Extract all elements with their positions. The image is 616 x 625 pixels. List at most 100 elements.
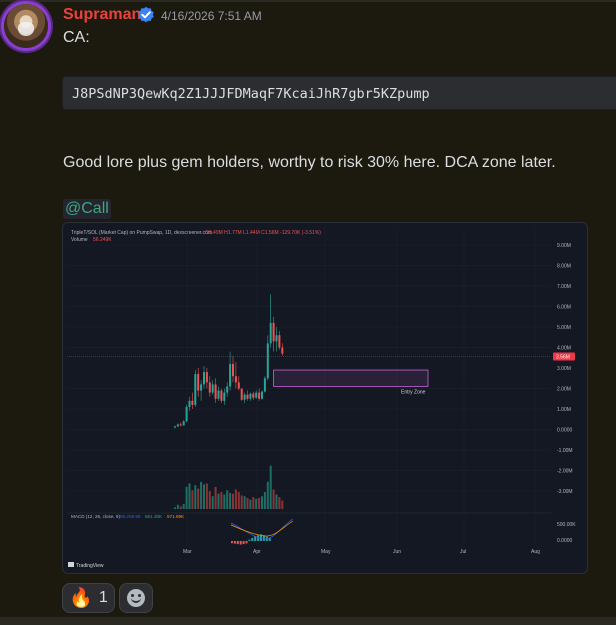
ca-label: CA: [63,29,90,46]
volume-bar [211,496,214,509]
volume-bar [266,481,269,509]
avatar[interactable] [4,4,48,48]
volume-bar [240,495,243,509]
x-tick-label: Aug [531,549,540,555]
candle [261,391,263,399]
bottom-divider [0,617,616,625]
macd-value-1: 89,208.99 [120,514,141,519]
volume-bar [217,493,220,509]
candle [234,376,237,383]
reaction-count: 1 [98,589,108,606]
candle [269,322,272,344]
call-mention[interactable]: @Call [63,199,111,219]
volume-label: Volume [71,237,88,243]
username[interactable]: Supraman [63,6,141,24]
macd-histogram-bar [254,536,257,541]
entry-zone-box [273,369,429,387]
candle [278,335,281,348]
y-tick-label: 2.00M [557,387,571,393]
candle [220,390,223,401]
candle [194,374,197,405]
candle [223,392,226,401]
fire-reaction[interactable]: 🔥 1 [62,583,115,613]
price-tag-label: 3.56M [556,355,570,361]
macd-histogram-bar [233,541,236,544]
candle [226,386,229,393]
tradingview-logo: TradingView [76,563,104,569]
volume-bar [232,493,234,509]
volume-bar [243,496,246,509]
volume-bar [252,497,255,509]
macd-value-3: 571.89K [167,514,185,519]
volume-bar [269,465,272,509]
volume-bar [246,497,249,509]
y-tick-label: -3.00M [557,489,573,495]
macd-signal-line [230,520,294,537]
candle [191,400,194,405]
volume-bar [275,494,278,509]
candle [275,335,278,342]
x-tick-label: Apr [253,549,261,555]
volume-bar [191,490,194,509]
volume-bar [179,506,182,509]
candle [176,424,179,427]
y-tick-label: 8.00M [557,264,571,270]
y-tick-label: 1.00M [557,407,571,413]
tradingview-logo-mark [68,562,74,567]
y-tick-label: 9.00M [557,243,571,249]
candle [246,394,249,399]
macd-label: MACD (12, 26, close, 9) [71,514,120,519]
candle [237,382,240,389]
entry-zone-label: Entry Zone [401,389,426,395]
macd-tick-1: 500.00K [557,522,576,528]
volume-bar [226,490,229,509]
volume-bar [205,483,208,509]
macd-histogram-bar [248,539,251,541]
x-tick-label: Jul [460,549,466,555]
candle [255,392,258,398]
candle [266,343,269,379]
price-chart: TripleT/SOL (Market Cap) on PumpSwap, 1D… [67,227,576,569]
add-reaction-icon [127,589,145,607]
y-tick-label: -1.00M [557,448,573,454]
volume-bar [263,492,266,509]
y-tick-label: 0.0000 [557,428,573,434]
volume-bar [203,484,205,509]
macd-histogram-bar [231,541,233,544]
candle [179,424,182,426]
candle [232,363,234,377]
fire-icon: 🔥 [69,587,93,609]
y-tick-label: 6.00M [557,305,571,311]
add-reaction-button[interactable] [119,583,153,613]
verified-badge-icon [138,6,154,23]
macd-histogram-bar [239,541,242,545]
volume-value: 56.249K [93,237,112,243]
volume-bar [208,491,211,509]
macd-tick-2: 0.0000 [557,538,573,544]
volume-bar [188,483,191,509]
candle [258,392,261,399]
volume-bar [261,496,263,509]
macd-histogram-bar [257,535,260,541]
candle [185,406,188,422]
volume-bar [281,500,284,509]
y-tick-label: 4.00M [557,346,571,352]
candle [281,347,284,354]
y-tick-label: -2.00M [557,469,573,475]
macd-histogram-bar [245,541,248,544]
contract-address-code-block[interactable]: J8PSdNP3QewKq2Z1JJJFDMaqF7KcaiJhR7gbr5KZ… [62,76,616,110]
chart-header-values: O1.49M H1.77M L1.44M C1.56M -129.70K (-3… [205,230,321,236]
timestamp: 4/16/2026 7:51 AM [161,9,262,23]
macd-histogram-bar [236,541,239,545]
volume-bar [197,488,200,509]
y-tick-label: 7.00M [557,284,571,290]
candle [205,372,208,383]
candle [214,384,217,399]
chart-image[interactable]: TripleT/SOL (Market Cap) on PumpSwap, 1D… [62,222,588,574]
y-tick-label: 3.00M [557,366,571,372]
candle [243,394,246,400]
x-tick-label: Jun [393,549,401,555]
candle [182,421,185,426]
volume-bar [258,497,261,509]
volume-bar [174,507,176,509]
